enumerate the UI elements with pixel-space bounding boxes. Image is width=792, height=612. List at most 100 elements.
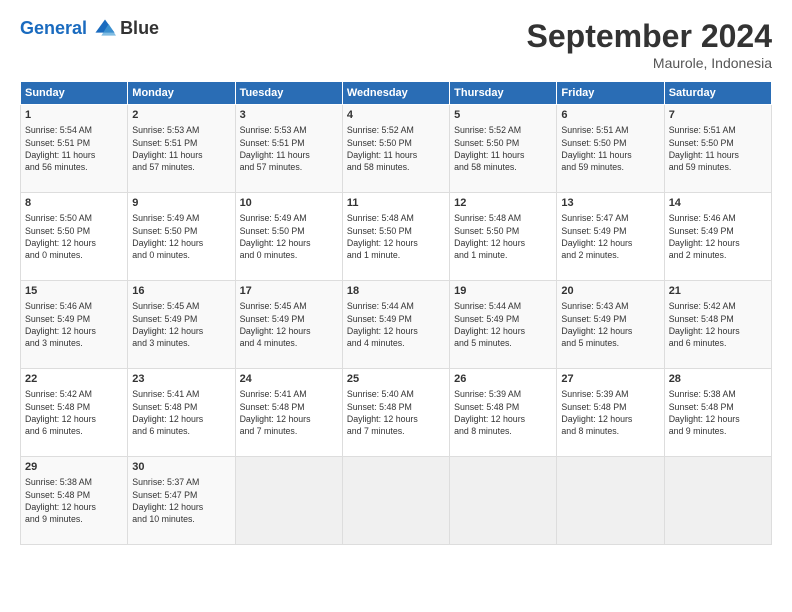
table-row: 18Sunrise: 5:44 AMSunset: 5:49 PMDayligh… — [342, 281, 449, 369]
day-info: Sunrise: 5:46 AM — [669, 212, 767, 224]
day-number: 9 — [132, 196, 230, 211]
table-row: 27Sunrise: 5:39 AMSunset: 5:48 PMDayligh… — [557, 369, 664, 457]
day-info: Daylight: 12 hours — [132, 413, 230, 425]
day-number: 1 — [25, 108, 123, 123]
day-number: 3 — [240, 108, 338, 123]
day-number: 13 — [561, 196, 659, 211]
day-info: and 4 minutes. — [240, 337, 338, 349]
day-info: and 58 minutes. — [347, 161, 445, 173]
table-row: 25Sunrise: 5:40 AMSunset: 5:48 PMDayligh… — [342, 369, 449, 457]
page-container: General Blue September 2024 Maurole, Ind… — [0, 0, 792, 555]
day-info: Sunrise: 5:41 AM — [240, 388, 338, 400]
day-info: Sunset: 5:48 PM — [669, 401, 767, 413]
day-info: Sunset: 5:50 PM — [132, 225, 230, 237]
day-number: 7 — [669, 108, 767, 123]
day-info: Sunrise: 5:42 AM — [25, 388, 123, 400]
day-info: and 3 minutes. — [132, 337, 230, 349]
day-info: Sunset: 5:51 PM — [25, 137, 123, 149]
day-info: Sunset: 5:49 PM — [454, 313, 552, 325]
day-number: 18 — [347, 284, 445, 299]
day-info: Daylight: 12 hours — [561, 413, 659, 425]
day-info: Sunrise: 5:49 AM — [240, 212, 338, 224]
day-info: Daylight: 12 hours — [669, 325, 767, 337]
day-info: Sunrise: 5:48 AM — [347, 212, 445, 224]
day-info: and 0 minutes. — [25, 249, 123, 261]
day-number: 15 — [25, 284, 123, 299]
day-number: 28 — [669, 372, 767, 387]
day-info: Sunset: 5:49 PM — [669, 225, 767, 237]
day-info: and 5 minutes. — [561, 337, 659, 349]
week-row-2: 8Sunrise: 5:50 AMSunset: 5:50 PMDaylight… — [21, 193, 772, 281]
day-info: Sunset: 5:50 PM — [454, 137, 552, 149]
day-info: Sunset: 5:48 PM — [132, 401, 230, 413]
day-number: 17 — [240, 284, 338, 299]
day-number: 27 — [561, 372, 659, 387]
day-info: Daylight: 12 hours — [25, 413, 123, 425]
day-info: Sunset: 5:48 PM — [25, 401, 123, 413]
table-row: 19Sunrise: 5:44 AMSunset: 5:49 PMDayligh… — [450, 281, 557, 369]
table-row: 15Sunrise: 5:46 AMSunset: 5:49 PMDayligh… — [21, 281, 128, 369]
day-info: and 0 minutes. — [132, 249, 230, 261]
day-info: and 8 minutes. — [561, 425, 659, 437]
day-info: Sunset: 5:50 PM — [561, 137, 659, 149]
day-info: and 6 minutes. — [25, 425, 123, 437]
day-info: Sunrise: 5:54 AM — [25, 124, 123, 136]
day-info: Sunrise: 5:44 AM — [347, 300, 445, 312]
day-info: Sunrise: 5:39 AM — [561, 388, 659, 400]
day-info: Sunrise: 5:50 AM — [25, 212, 123, 224]
day-info: and 5 minutes. — [454, 337, 552, 349]
table-row: 2Sunrise: 5:53 AMSunset: 5:51 PMDaylight… — [128, 105, 235, 193]
col-tuesday: Tuesday — [235, 82, 342, 105]
day-number: 25 — [347, 372, 445, 387]
day-info: Daylight: 12 hours — [454, 325, 552, 337]
day-info: Sunrise: 5:52 AM — [454, 124, 552, 136]
table-row: 12Sunrise: 5:48 AMSunset: 5:50 PMDayligh… — [450, 193, 557, 281]
day-info: Daylight: 11 hours — [347, 149, 445, 161]
day-info: Daylight: 11 hours — [132, 149, 230, 161]
day-number: 23 — [132, 372, 230, 387]
day-info: Daylight: 11 hours — [454, 149, 552, 161]
day-info: and 2 minutes. — [561, 249, 659, 261]
day-info: Sunrise: 5:46 AM — [25, 300, 123, 312]
day-info: Daylight: 11 hours — [561, 149, 659, 161]
day-info: Daylight: 11 hours — [669, 149, 767, 161]
col-friday: Friday — [557, 82, 664, 105]
col-saturday: Saturday — [664, 82, 771, 105]
day-number: 19 — [454, 284, 552, 299]
table-row: 8Sunrise: 5:50 AMSunset: 5:50 PMDaylight… — [21, 193, 128, 281]
logo-icon — [94, 18, 116, 40]
table-row: 14Sunrise: 5:46 AMSunset: 5:49 PMDayligh… — [664, 193, 771, 281]
day-info: Sunset: 5:50 PM — [240, 225, 338, 237]
day-info: Sunset: 5:51 PM — [132, 137, 230, 149]
day-info: Sunset: 5:50 PM — [25, 225, 123, 237]
day-info: Sunset: 5:48 PM — [454, 401, 552, 413]
day-number: 21 — [669, 284, 767, 299]
col-sunday: Sunday — [21, 82, 128, 105]
day-number: 4 — [347, 108, 445, 123]
table-row — [342, 457, 449, 545]
day-info: and 10 minutes. — [132, 513, 230, 525]
logo: General Blue — [20, 18, 159, 40]
col-wednesday: Wednesday — [342, 82, 449, 105]
day-number: 29 — [25, 460, 123, 475]
day-info: Sunset: 5:50 PM — [347, 225, 445, 237]
week-row-3: 15Sunrise: 5:46 AMSunset: 5:49 PMDayligh… — [21, 281, 772, 369]
day-info: Sunrise: 5:39 AM — [454, 388, 552, 400]
day-info: Sunrise: 5:48 AM — [454, 212, 552, 224]
table-row: 17Sunrise: 5:45 AMSunset: 5:49 PMDayligh… — [235, 281, 342, 369]
day-info: Daylight: 12 hours — [240, 325, 338, 337]
day-info: and 6 minutes. — [132, 425, 230, 437]
table-row — [235, 457, 342, 545]
day-info: Sunset: 5:50 PM — [347, 137, 445, 149]
day-info: Sunrise: 5:41 AM — [132, 388, 230, 400]
day-info: Sunset: 5:49 PM — [561, 313, 659, 325]
day-info: Daylight: 12 hours — [454, 413, 552, 425]
table-row: 22Sunrise: 5:42 AMSunset: 5:48 PMDayligh… — [21, 369, 128, 457]
day-info: Daylight: 12 hours — [132, 501, 230, 513]
table-row: 4Sunrise: 5:52 AMSunset: 5:50 PMDaylight… — [342, 105, 449, 193]
day-info: Sunrise: 5:52 AM — [347, 124, 445, 136]
day-info: Daylight: 12 hours — [454, 237, 552, 249]
location-subtitle: Maurole, Indonesia — [527, 55, 772, 71]
day-number: 11 — [347, 196, 445, 211]
table-row: 30Sunrise: 5:37 AMSunset: 5:47 PMDayligh… — [128, 457, 235, 545]
